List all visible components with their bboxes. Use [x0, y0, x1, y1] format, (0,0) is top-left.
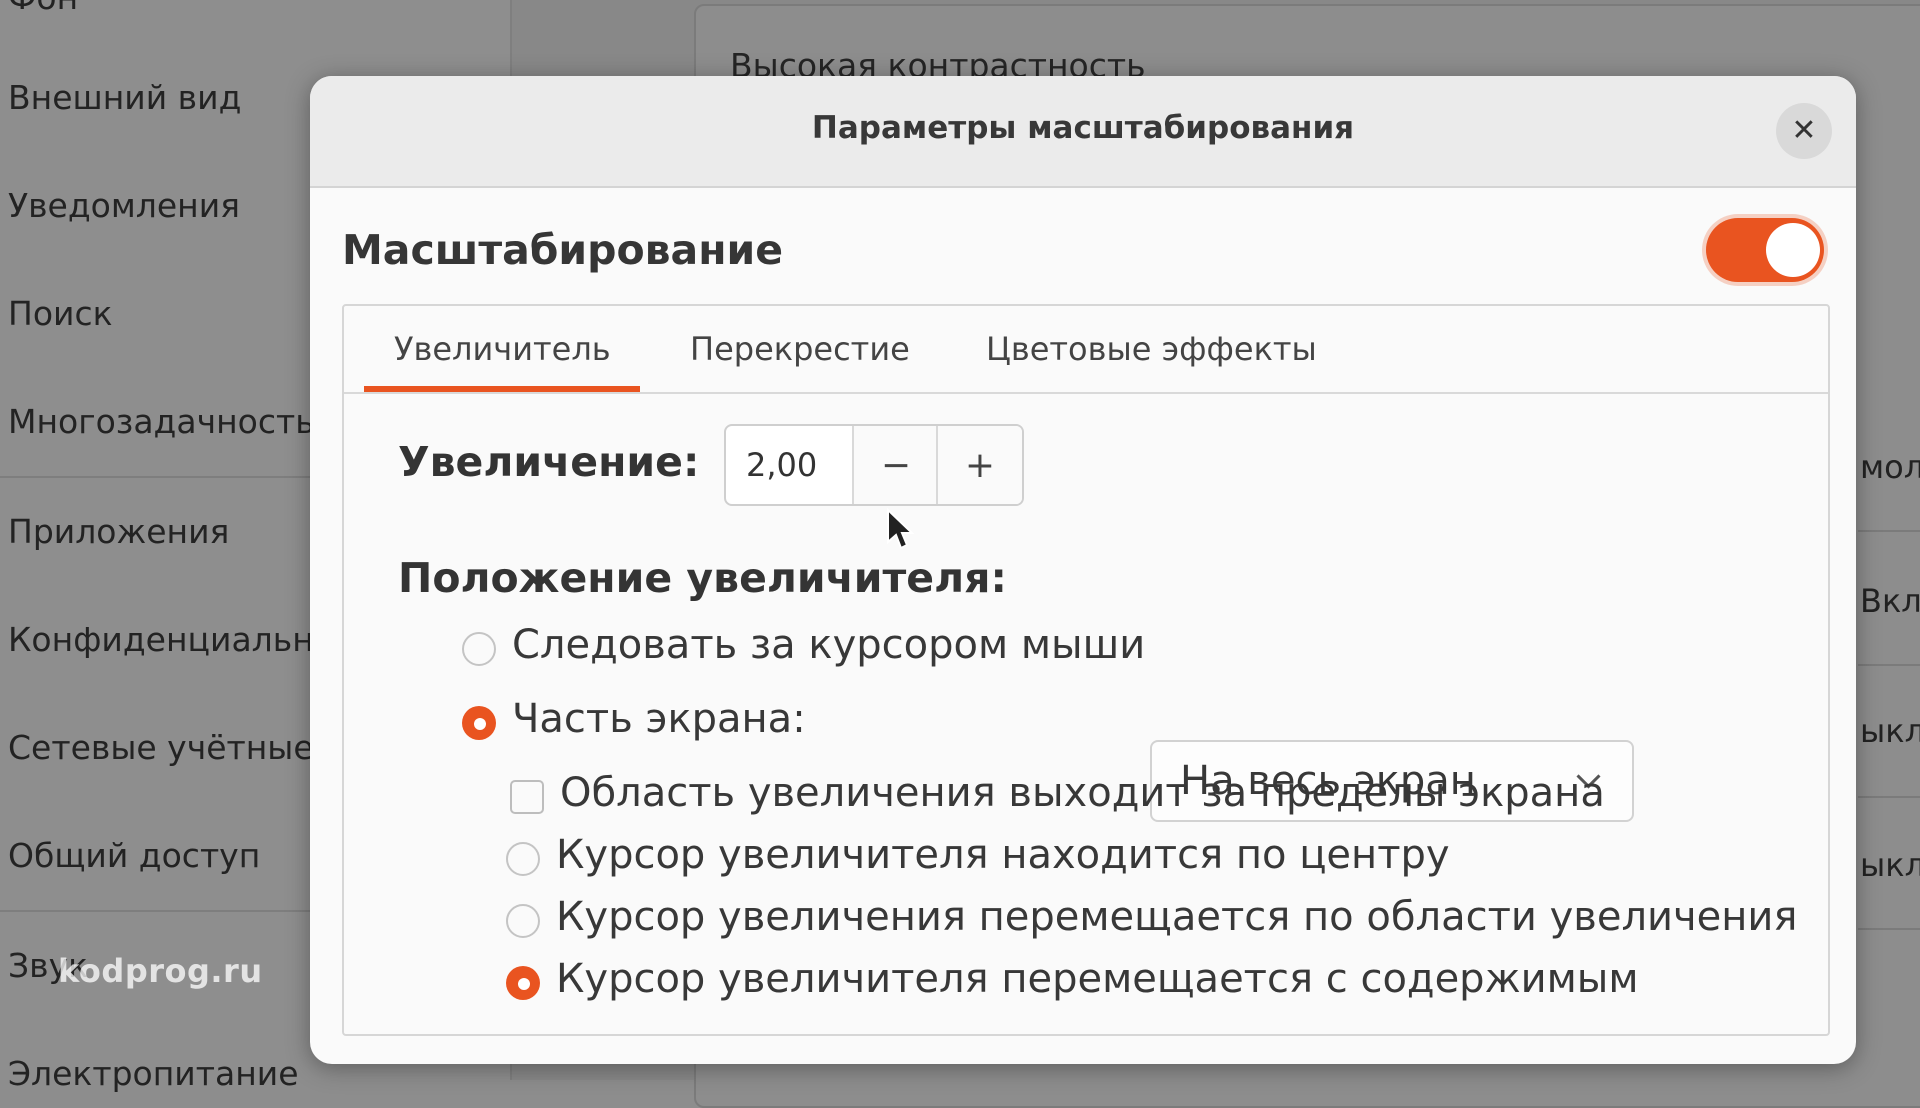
sidebar-item-appearance: Внешний вид [8, 78, 242, 117]
sidebar-item-power: Электропитание [8, 1054, 299, 1093]
tab-color-effects[interactable]: Цветовые эффекты [986, 330, 1317, 368]
bg-fragment: ыкл [1860, 712, 1920, 750]
mouse-cursor-icon [887, 508, 914, 550]
magnification-value[interactable]: 2,00 [726, 426, 852, 504]
cursor-moves-area-radio[interactable] [506, 904, 540, 938]
zoom-panel: Увеличитель Перекрестие Цветовые эффекты… [342, 304, 1830, 1036]
sidebar-item-privacy: Конфиденциальн [8, 620, 314, 659]
bg-fragment: Вкл [1860, 582, 1920, 620]
cursor-moves-content-radio[interactable] [506, 966, 540, 1000]
increase-button[interactable]: + [936, 426, 1022, 504]
active-tab-indicator [364, 386, 640, 392]
watermark: kodprog.ru [58, 952, 263, 990]
dialog-header: Параметры масштабирования ✕ [310, 76, 1856, 188]
offscreen-checkbox[interactable] [510, 780, 544, 814]
dialog-title: Параметры масштабирования [811, 110, 1355, 146]
sidebar-item-multitasking: Многозадачность [8, 402, 315, 441]
sidebar-item-notifications: Уведомления [8, 186, 241, 225]
screen-part-radio[interactable] [462, 706, 496, 740]
close-icon: ✕ [1791, 113, 1817, 148]
cursor-center-label: Курсор увеличителя находится по центру [556, 832, 1450, 878]
zoom-settings-dialog: Параметры масштабирования ✕ Масштабирова… [310, 76, 1856, 1064]
sidebar-item-background: Фон [8, 0, 78, 17]
tab-bar: Увеличитель Перекрестие Цветовые эффекты [344, 306, 1828, 394]
magnifier-position-label: Положение увеличителя: [398, 554, 1007, 602]
cursor-center-radio[interactable] [506, 842, 540, 876]
cursor-moves-area-label: Курсор увеличения перемещается по област… [556, 894, 1798, 940]
bg-fragment: мол [1860, 448, 1920, 486]
sidebar-item-sharing: Общий доступ [8, 836, 261, 875]
minus-icon: − [880, 444, 912, 486]
decrease-button[interactable]: − [852, 426, 938, 504]
bg-divider [1858, 664, 1920, 666]
bg-divider [1858, 928, 1920, 930]
tab-crosshairs[interactable]: Перекрестие [690, 330, 910, 368]
zoom-toggle[interactable] [1706, 218, 1824, 282]
follow-mouse-label: Следовать за курсором мыши [512, 622, 1146, 668]
sidebar-item-apps: Приложения [8, 512, 230, 551]
zoom-section-title: Масштабирование [342, 226, 784, 274]
plus-icon: + [964, 444, 996, 486]
offscreen-label: Область увеличения выходит за пределы эк… [560, 770, 1605, 816]
cursor-moves-content-label: Курсор увеличителя перемещается с содерж… [556, 956, 1639, 1002]
magnification-spinner: 2,00 − + [724, 424, 1024, 506]
sidebar-item-search: Поиск [8, 294, 113, 333]
bg-divider [1858, 796, 1920, 798]
close-button[interactable]: ✕ [1776, 103, 1832, 159]
sidebar-item-online-accounts: Сетевые учётные з [8, 728, 342, 767]
magnification-label: Увеличение: [398, 438, 700, 486]
tab-magnifier[interactable]: Увеличитель [394, 330, 611, 368]
follow-mouse-radio[interactable] [462, 632, 496, 666]
screen-part-label: Часть экрана: [512, 696, 806, 742]
bg-divider [1858, 530, 1920, 532]
toggle-knob [1766, 223, 1820, 277]
bg-fragment: ыкл [1860, 846, 1920, 884]
